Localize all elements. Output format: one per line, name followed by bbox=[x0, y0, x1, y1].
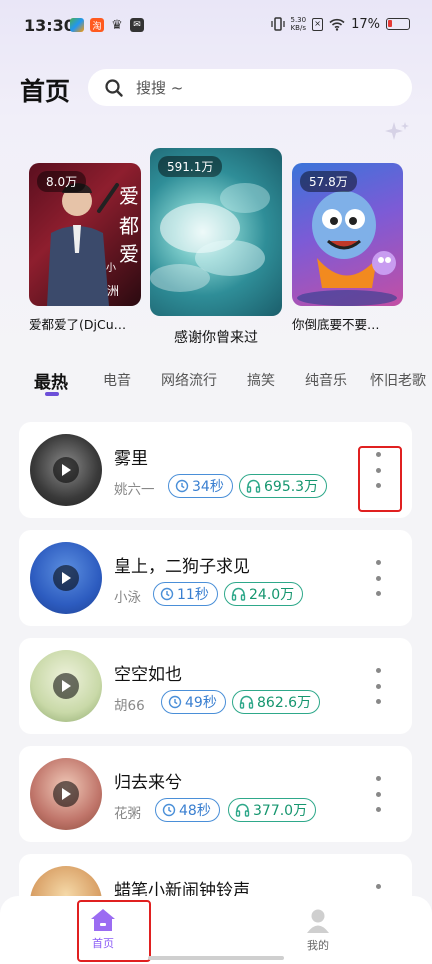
tab-electronic[interactable]: 电音 bbox=[103, 370, 131, 390]
status-time: 13:30 bbox=[24, 16, 75, 35]
tab-internet-pop[interactable]: 网络流行 bbox=[161, 370, 217, 390]
song-artist: 胡66 bbox=[114, 698, 145, 714]
page-title: 首页 bbox=[20, 77, 71, 106]
song-item-1[interactable]: 雾里 姚六一 34秒 695.3万 bbox=[19, 422, 412, 518]
banner-plays-3: 57.8万 bbox=[300, 171, 357, 192]
category-tabs: 最热 电音 网络流行 搞笑 纯音乐 怀旧老歌 bbox=[0, 370, 432, 404]
play-icon[interactable] bbox=[53, 781, 79, 807]
listens-badge: 862.6万 bbox=[232, 690, 321, 714]
listens-badge: 695.3万 bbox=[239, 474, 328, 498]
user-icon bbox=[307, 909, 329, 933]
wifi-icon bbox=[329, 18, 345, 31]
svg-text:洲: 洲 bbox=[107, 284, 119, 298]
play-icon[interactable] bbox=[53, 673, 79, 699]
more-options-icon[interactable] bbox=[371, 560, 385, 596]
play-icon[interactable] bbox=[53, 457, 79, 483]
song-title: 皇上，二狗子求见 bbox=[114, 557, 250, 577]
clock-icon bbox=[175, 479, 189, 493]
banner-card-1[interactable]: 爱 都 爱 小 洲 8.0万 爱都爱了(DjCu… bbox=[29, 163, 141, 333]
clock-icon bbox=[162, 803, 176, 817]
headphones-icon bbox=[235, 803, 250, 817]
notification-icons: 淘 ♛ ✉ bbox=[70, 17, 144, 33]
home-icon bbox=[91, 909, 115, 931]
banner-caption-2: 感谢你曾来过 bbox=[174, 330, 258, 346]
duration-badge: 34秒 bbox=[168, 474, 233, 498]
net-speed: 5.30 KB/s bbox=[290, 16, 307, 32]
banner-cover-1: 爱 都 爱 小 洲 8.0万 bbox=[29, 163, 141, 306]
search-input[interactable] bbox=[136, 78, 376, 97]
song-cover-3 bbox=[30, 650, 102, 722]
banner-caption-1: 爱都爱了(DjCu… bbox=[29, 317, 127, 332]
sim-icon: × bbox=[312, 17, 324, 31]
banner-plays-2: 591.1万 bbox=[158, 156, 223, 177]
song-artist: 小泳 bbox=[114, 590, 141, 606]
app-notification-icon bbox=[70, 18, 84, 32]
song-cover-2 bbox=[30, 542, 102, 614]
song-item-2[interactable]: 皇上，二狗子求见 小泳 11秒 24.0万 bbox=[19, 530, 412, 626]
nav-mine-label: 我的 bbox=[307, 939, 329, 952]
nav-mine[interactable]: 我的 bbox=[306, 908, 330, 953]
gesture-bar bbox=[148, 956, 284, 960]
taobao-notification-icon: 淘 bbox=[90, 18, 104, 32]
clock-icon bbox=[168, 695, 182, 709]
search-icon bbox=[105, 78, 123, 97]
banner-cover-2: 591.1万 bbox=[150, 148, 282, 316]
banner-caption-3: 你倒底要不要… bbox=[292, 317, 380, 332]
listens-badge: 24.0万 bbox=[224, 582, 304, 606]
song-title: 雾里 bbox=[114, 449, 148, 469]
vibrate-icon bbox=[270, 17, 285, 31]
svg-text:都: 都 bbox=[119, 214, 139, 238]
tab-comedy[interactable]: 搞笑 bbox=[247, 370, 275, 390]
tab-hottest[interactable]: 最热 bbox=[34, 368, 68, 393]
headphones-icon bbox=[231, 587, 246, 601]
more-options-icon[interactable] bbox=[371, 452, 385, 488]
battery-percent: 17% bbox=[351, 16, 380, 32]
clock-icon bbox=[160, 587, 174, 601]
tab-oldies[interactable]: 怀旧老歌 bbox=[370, 370, 426, 390]
banner-card-3[interactable]: 57.8万 你倒底要不要… bbox=[292, 163, 403, 333]
song-artist: 花粥 bbox=[114, 806, 141, 822]
duration-badge: 48秒 bbox=[155, 798, 220, 822]
more-options-icon[interactable] bbox=[371, 776, 385, 812]
banner-cover-3: 57.8万 bbox=[292, 163, 403, 306]
battery-icon bbox=[386, 18, 410, 30]
sparkle-icon bbox=[385, 122, 409, 140]
more-options-icon[interactable] bbox=[371, 668, 385, 704]
play-icon[interactable] bbox=[53, 565, 79, 591]
duration-badge: 49秒 bbox=[161, 690, 226, 714]
system-status: 5.30 KB/s × 17% bbox=[270, 16, 410, 32]
nav-home[interactable]: 首页 bbox=[90, 908, 116, 951]
tab-pure-music[interactable]: 纯音乐 bbox=[305, 370, 347, 390]
status-bar: 13:30 淘 ♛ ✉ 5.30 KB/s × 17% bbox=[0, 0, 432, 50]
song-artist: 姚六一 bbox=[114, 482, 155, 498]
banner-card-2[interactable]: 591.1万 感谢你曾来过 bbox=[150, 148, 282, 347]
song-cover-4 bbox=[30, 758, 102, 830]
banner-plays-1: 8.0万 bbox=[37, 171, 87, 192]
song-title: 归去来兮 bbox=[114, 773, 182, 793]
headphones-icon bbox=[239, 695, 254, 709]
tab-active-indicator bbox=[45, 392, 59, 396]
bottom-navigation: 首页 我的 bbox=[0, 896, 432, 964]
message-icon: ✉ bbox=[130, 18, 144, 32]
headphones-icon bbox=[246, 479, 261, 493]
song-item-4[interactable]: 归去来兮 花粥 48秒 377.0万 bbox=[19, 746, 412, 842]
svg-text:爱: 爱 bbox=[119, 242, 139, 266]
song-item-3[interactable]: 空空如也 胡66 49秒 862.6万 bbox=[19, 638, 412, 734]
crown-icon: ♛ bbox=[111, 17, 123, 33]
search-bar[interactable] bbox=[88, 69, 412, 106]
nav-home-label: 首页 bbox=[92, 937, 114, 950]
duration-badge: 11秒 bbox=[153, 582, 218, 606]
song-cover-1 bbox=[30, 434, 102, 506]
song-title: 空空如也 bbox=[114, 665, 182, 685]
listens-badge: 377.0万 bbox=[228, 798, 317, 822]
svg-text:爱: 爱 bbox=[119, 184, 139, 208]
svg-text:小: 小 bbox=[106, 262, 116, 274]
